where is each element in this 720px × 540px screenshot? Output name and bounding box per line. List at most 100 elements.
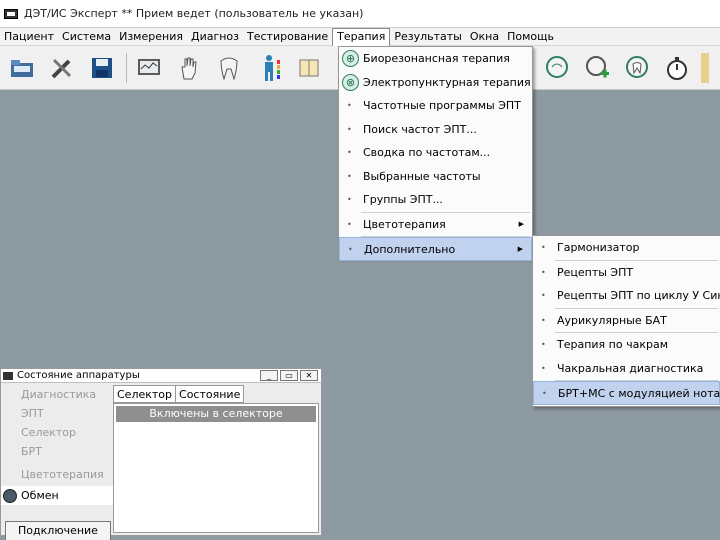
restore-button[interactable]: ▭ [280, 370, 298, 381]
menu-item-label: Рецепты ЭПТ по циклу У Син [557, 289, 720, 302]
bullet-icon: • [348, 245, 353, 254]
head-profile-icon[interactable] [541, 52, 573, 84]
bullet-icon: • [541, 340, 546, 349]
menu-patient[interactable]: Пациент [0, 28, 58, 46]
panel-tabs: Селектор Состояние [113, 385, 245, 403]
menu-system[interactable]: Система [58, 28, 115, 46]
bullet-icon: • [347, 148, 352, 157]
hardware-state-window: Состояние аппаратуры _ ▭ ✕ Диагностика Э… [0, 368, 322, 540]
menu-item-frequency-search[interactable]: • Поиск частот ЭПТ... [339, 118, 532, 142]
selector-list-header: Включены в селекторе [116, 406, 316, 422]
menu-results[interactable]: Результаты [390, 28, 466, 46]
menu-item-label: Дополнительно [364, 243, 456, 256]
menu-item-label: Электропунктурная терапия [363, 75, 531, 89]
hand-icon[interactable] [173, 52, 205, 84]
menu-item-ept-groups[interactable]: • Группы ЭПТ... [339, 188, 532, 212]
window-titlebar: ДЭТ/ИС Эксперт ** Прием ведет (пользоват… [0, 0, 720, 28]
menu-item-label: Цветотерапия [363, 217, 446, 231]
menu-item-brt-ms-note-modulation[interactable]: • БРТ+МС с модуляцией нотами [533, 381, 720, 405]
exchange-led-icon [3, 489, 17, 503]
tools-icon[interactable] [46, 52, 78, 84]
menu-item-chakra-diagnostics[interactable]: • Чакральная диагностика [533, 357, 720, 381]
toolbar-overflow-icon[interactable] [701, 52, 709, 83]
therapy-menu: ⊕ Биорезонансная терапия ⊗ Электропункту… [338, 46, 533, 261]
bullet-icon: • [541, 267, 546, 277]
bullet-icon: • [347, 171, 352, 181]
bullet-icon: • [541, 291, 546, 300]
menu-item-label: Выбранные частоты [363, 169, 481, 183]
book-icon[interactable] [293, 52, 325, 84]
tab-state[interactable]: Состояние [176, 385, 245, 403]
menu-item-label: Чакральная диагностика [557, 361, 704, 375]
menu-item-ept-frequency-programs[interactable]: • Частотные программы ЭПТ [339, 94, 532, 118]
menu-item-label: Гармонизатор [557, 241, 640, 254]
menu-item-color-therapy[interactable]: • Цветотерапия ▶ [339, 213, 532, 237]
menu-diagnosis[interactable]: Диагноз [187, 28, 243, 46]
menu-item-ept-recipes[interactable]: • Рецепты ЭПТ [533, 261, 720, 285]
menu-item-label: Терапия по чакрам [557, 338, 668, 351]
submenu-arrow-icon: ▶ [517, 245, 523, 253]
bullet-icon: • [347, 101, 352, 110]
head-tooth-icon[interactable] [621, 52, 653, 84]
module-diagnostics: Диагностика [21, 388, 97, 401]
close-button[interactable]: ✕ [300, 370, 318, 381]
menu-item-selected-frequencies[interactable]: • Выбранные частоты [339, 165, 532, 189]
additional-submenu: • Гармонизатор • Рецепты ЭПТ • Рецепты Э… [532, 235, 720, 407]
menu-item-label: БРТ+МС с модуляцией нотами [558, 387, 720, 400]
body-figure-icon[interactable] [253, 52, 285, 84]
app-icon [4, 8, 18, 19]
save-disk-icon[interactable] [86, 52, 118, 84]
head-add-icon[interactable] [581, 52, 613, 84]
module-brt: БРТ [21, 445, 42, 458]
panel-titlebar[interactable]: Состояние аппаратуры _ ▭ ✕ [1, 369, 321, 383]
open-folder-icon[interactable] [6, 52, 38, 84]
bullet-icon: • [347, 219, 352, 229]
menu-item-ept-recipes-wu-xing[interactable]: • Рецепты ЭПТ по циклу У Син [533, 284, 720, 308]
bullet-icon: • [541, 315, 546, 325]
menu-windows[interactable]: Окна [466, 28, 503, 46]
menu-item-electropuncture[interactable]: ⊗ Электропунктурная терапия [339, 71, 532, 95]
module-ept: ЭПТ [21, 407, 44, 420]
exchange-label: Обмен [21, 489, 59, 502]
hardware-modules-list: Диагностика ЭПТ Селектор БРТ Цветотерапи… [1, 385, 113, 540]
menu-measurements[interactable]: Измерения [115, 28, 187, 46]
module-selector: Селектор [21, 426, 77, 439]
exchange-status: Обмен [1, 486, 113, 505]
menu-item-label: Группы ЭПТ... [363, 193, 443, 206]
menu-item-bioresonance[interactable]: ⊕ Биорезонансная терапия [339, 47, 532, 71]
menu-item-additional[interactable]: • Дополнительно ▶ [339, 237, 532, 261]
menu-item-label: Поиск частот ЭПТ... [363, 122, 477, 136]
menu-testing[interactable]: Тестирование [243, 28, 332, 46]
connect-button[interactable]: Подключение [5, 521, 111, 540]
bioresonance-icon: ⊕ [342, 50, 359, 67]
menu-item-chakra-therapy[interactable]: • Терапия по чакрам [533, 333, 720, 357]
menu-item-label: Аурикулярные БАТ [557, 313, 667, 327]
bullet-icon: • [542, 389, 547, 398]
menu-item-frequency-summary[interactable]: • Сводка по частотам... [339, 141, 532, 165]
module-color-therapy: Цветотерапия [21, 468, 104, 481]
bullet-icon: • [347, 195, 352, 204]
minimize-button[interactable]: _ [260, 370, 278, 381]
window-title: ДЭТ/ИС Эксперт ** Прием ведет (пользоват… [24, 7, 364, 20]
monitor-icon[interactable] [133, 52, 165, 84]
bullet-icon: • [541, 363, 546, 373]
menu-item-auricular-bat[interactable]: • Аурикулярные БАТ [533, 309, 720, 333]
tab-selector[interactable]: Селектор [113, 385, 177, 403]
menu-item-harmonizer[interactable]: • Гармонизатор [533, 236, 720, 260]
bullet-icon: • [347, 124, 352, 134]
toolbar-separator [126, 52, 127, 83]
tooth-icon[interactable] [213, 52, 245, 84]
stopwatch-icon[interactable] [661, 52, 693, 84]
submenu-arrow-icon: ▶ [518, 219, 524, 228]
menubar: Пациент Система Измерения Диагноз Тестир… [0, 27, 720, 46]
menu-item-label: Сводка по частотам... [363, 146, 491, 159]
menu-item-label: Рецепты ЭПТ [557, 265, 634, 279]
menu-therapy[interactable]: Терапия [332, 27, 391, 46]
app-icon [3, 371, 13, 380]
electropuncture-icon: ⊗ [342, 73, 359, 91]
window-buttons: _ ▭ ✕ [260, 370, 321, 381]
menu-help[interactable]: Помощь [503, 28, 558, 46]
bullet-icon: • [541, 243, 546, 252]
panel-title: Состояние аппаратуры [17, 370, 140, 381]
menu-item-label: Частотные программы ЭПТ [363, 99, 521, 112]
